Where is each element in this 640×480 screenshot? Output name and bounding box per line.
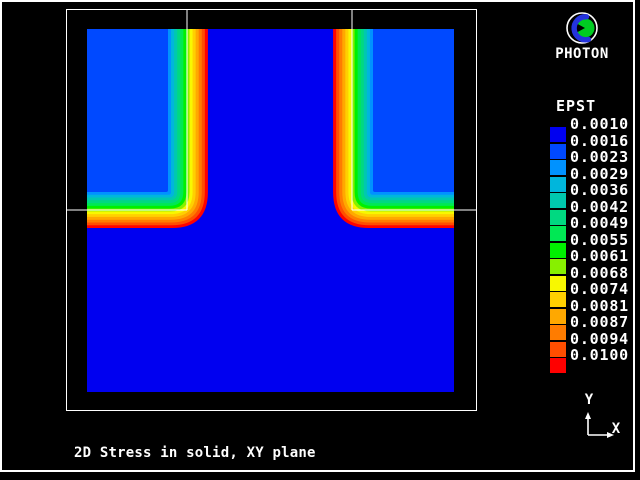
legend-value-label: 0.0061 [570,248,629,264]
legend-color-cell [550,358,566,373]
legend-value-label: 0.0100 [570,347,629,363]
contour-plot [0,0,640,480]
legend-value-label: 0.0029 [570,166,629,182]
legend-value-label: 0.0094 [570,331,629,347]
legend-color-cell [550,127,566,142]
legend-value-label: 0.0074 [570,281,629,297]
legend-value-label: 0.0036 [570,182,629,198]
colorbar [550,0,566,480]
legend-value-label: 0.0081 [570,298,629,314]
left-stress-block-band [87,29,168,192]
legend-color-cell [550,243,566,258]
legend-color-cell [550,342,566,357]
plot-caption: 2D Stress in solid, XY plane [74,445,316,461]
legend-value-label: 0.0049 [570,215,629,231]
legend-color-cell [550,177,566,192]
right-stress-block-band [373,29,454,192]
x-axis-label: X [609,421,623,437]
legend-value-label: 0.0016 [570,133,629,149]
legend-color-cell [550,259,566,274]
legend-color-cell [550,325,566,340]
legend-color-cell [550,292,566,307]
legend-color-cell [550,226,566,241]
y-axis-label: Y [582,392,596,408]
legend-value-label: 0.0055 [570,232,629,248]
legend-color-cell [550,210,566,225]
legend-color-cell [550,160,566,175]
legend-value-label: 0.0042 [570,199,629,215]
legend-color-cell [550,144,566,159]
legend-color-cell [550,193,566,208]
legend-color-cell [550,276,566,291]
legend-value-label: 0.0087 [570,314,629,330]
legend-value-label: 0.0023 [570,149,629,165]
legend-value-label: 0.0010 [570,116,629,132]
legend-color-cell [550,309,566,324]
legend-value-label: 0.0068 [570,265,629,281]
